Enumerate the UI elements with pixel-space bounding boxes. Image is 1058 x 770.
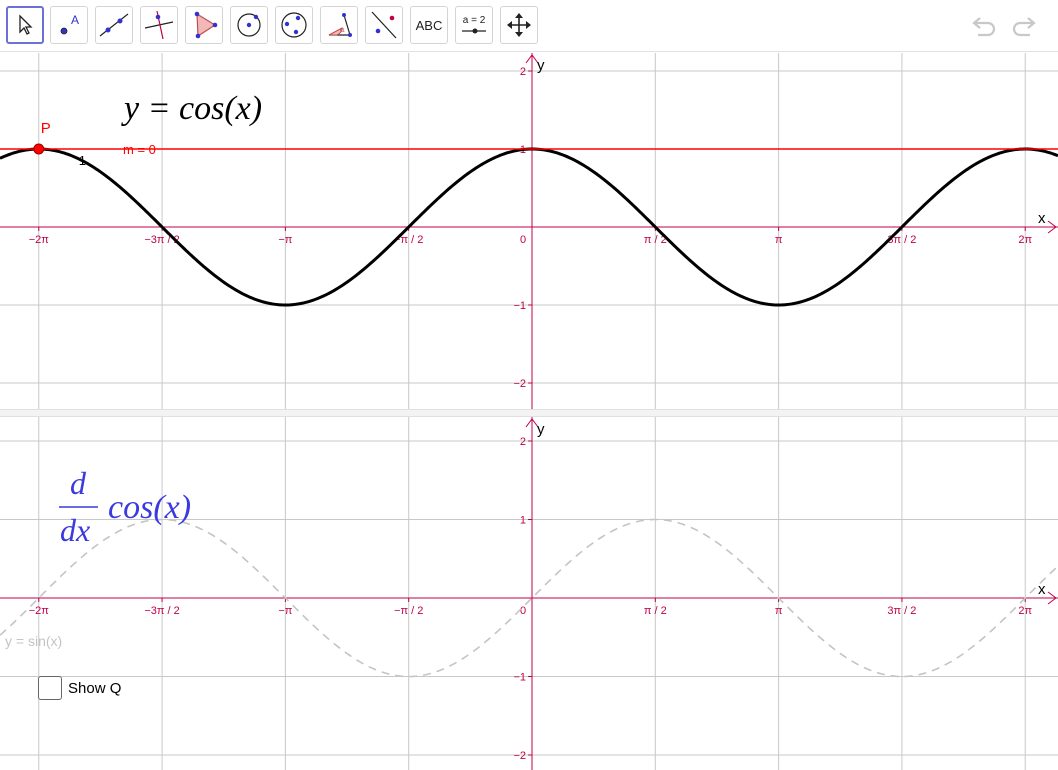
checkbox-box[interactable]: [38, 676, 62, 700]
line-icon: [99, 13, 129, 37]
circle-center-point-tool-button[interactable]: [230, 6, 268, 44]
x-tick-label: 2π: [1018, 605, 1032, 617]
x-tick-label: 0: [520, 234, 526, 246]
x-tick-label: −π: [278, 605, 292, 617]
y-tick-label: −1: [513, 300, 526, 312]
checkbox-label: Show Q: [68, 679, 122, 697]
slope-label: m = 0: [123, 142, 156, 157]
show-q-checkbox[interactable]: Show Q: [38, 676, 121, 700]
x-tick-label: 3π / 2: [887, 605, 916, 617]
x-axis-label: x: [1038, 581, 1046, 598]
y-tick-label: −2: [513, 750, 526, 762]
point-p[interactable]: [33, 143, 45, 155]
angle-tool-button[interactable]: α: [320, 6, 358, 44]
redo-button[interactable]: [1006, 10, 1040, 40]
reflect-tool-button[interactable]: [365, 6, 403, 44]
polygon-tool-button[interactable]: [185, 6, 223, 44]
circle-three-points-icon: [281, 12, 307, 38]
sin-curve-label: y = sin(x): [5, 633, 62, 649]
polygon-icon: [194, 11, 218, 39]
slider-tool-label: a = 2: [463, 15, 486, 26]
svg-text:A: A: [71, 13, 79, 27]
x-tick-label: −3π / 2: [144, 605, 179, 617]
perpendicular-line-icon: [144, 10, 174, 40]
x-tick-label: −2π: [29, 234, 50, 246]
point-p-label: P: [41, 120, 51, 137]
move-arrows-icon: [507, 13, 531, 37]
slope-triangle-label: 1: [79, 153, 86, 168]
angle-icon: α: [328, 13, 352, 37]
x-axis-label: x: [1038, 210, 1046, 227]
undo-button[interactable]: [968, 10, 1002, 40]
view-divider[interactable]: [0, 409, 1058, 417]
circle-center-icon: [237, 13, 261, 37]
undo-icon: [972, 17, 996, 37]
line-tool-button[interactable]: [95, 6, 133, 44]
slider-icon: a = 2: [462, 15, 486, 34]
graphics-view-1[interactable]: −2π −3π / 2 −π −π / 20π / 2 π 3π / 2 2π21−1−2 …: [0, 53, 1058, 409]
y-tick-label: −1: [513, 672, 526, 684]
function-title: y = cos(x): [121, 90, 262, 127]
perpendicular-line-tool-button[interactable]: [140, 6, 178, 44]
slider-tool-button[interactable]: a = 2: [455, 6, 493, 44]
x-tick-label: π / 2: [644, 605, 667, 617]
cursor-arrow-icon: [19, 14, 33, 35]
x-tick-label: −π: [278, 234, 292, 246]
point-icon: A: [60, 13, 79, 35]
axes: [0, 417, 1058, 770]
circle-three-points-tool-button[interactable]: [275, 6, 313, 44]
y-tick-label: 2: [520, 436, 526, 448]
point-tool-button[interactable]: A: [50, 6, 88, 44]
y-tick-label: 1: [520, 515, 526, 527]
move-tool-button[interactable]: [6, 6, 44, 44]
y-tick-label: −2: [513, 378, 526, 390]
x-tick-label: 0: [520, 605, 526, 617]
text-tool-label: ABC: [415, 17, 443, 33]
grid: [0, 417, 1058, 770]
svg-text:α: α: [340, 26, 345, 34]
y-axis-label: y: [537, 57, 545, 74]
derivative-function: cos(x): [108, 489, 191, 526]
x-tick-label: 2π: [1018, 234, 1032, 246]
x-tick-label: π: [775, 234, 783, 246]
redo-icon: [1012, 17, 1036, 37]
x-tick-label: −π / 2: [394, 605, 423, 617]
derivative-numerator: d: [70, 465, 87, 501]
reflect-about-line-icon: [371, 11, 397, 39]
text-tool-button[interactable]: ABC: [410, 6, 448, 44]
x-tick-label: −2π: [29, 605, 50, 617]
graphics-view-2[interactable]: −2π −3π / 2 −π −π / 20π / 2 π 3π / 2 2π21−1−2 …: [0, 417, 1058, 770]
move-graphics-view-tool-button[interactable]: [500, 6, 538, 44]
derivative-denominator: dx: [60, 512, 90, 548]
y-tick-label: 2: [520, 66, 526, 78]
toolbar: A α ABC a = 2: [0, 0, 1058, 52]
x-tick-label: π: [775, 605, 783, 617]
y-axis-label: y: [537, 421, 545, 438]
